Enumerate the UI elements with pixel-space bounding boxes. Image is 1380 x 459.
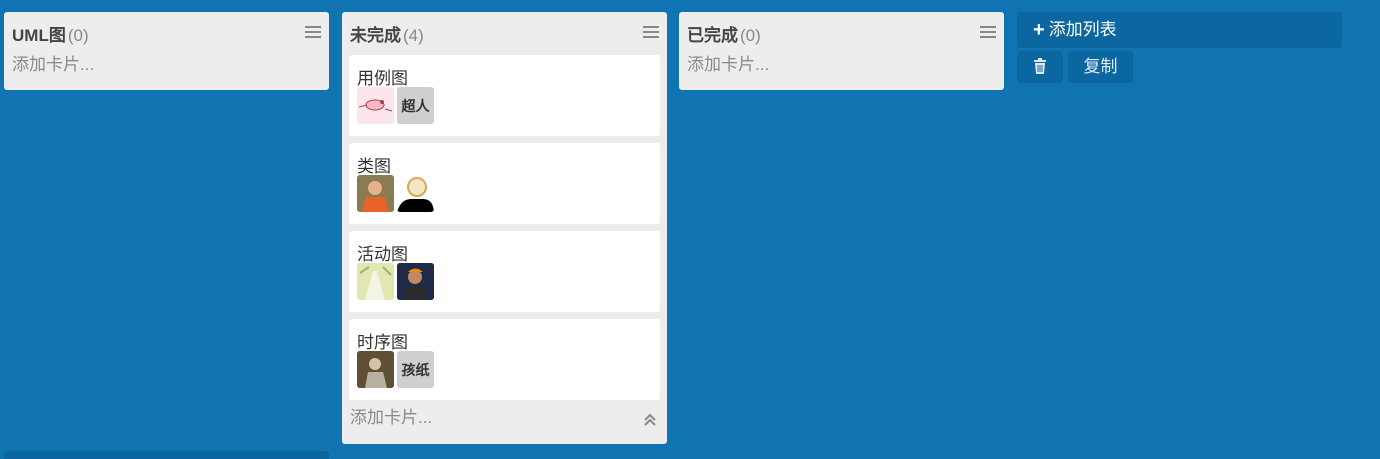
list-title-text: UML图 [12,26,66,45]
list-unfinished: 未完成 (4) 用例图 超人 类图 活动图 时序图 孩纸 添加卡片... [342,12,667,444]
collapse-icon[interactable] [643,413,657,432]
card-members: 孩纸 [357,351,434,388]
card-class[interactable]: 类图 [349,143,660,224]
avatar-initials: 孩纸 [401,361,430,378]
list-menu-icon[interactable] [305,26,321,38]
plus-icon: + [1033,19,1045,41]
delete-board-button[interactable] [1017,51,1063,83]
card-title: 时序图 [357,333,408,352]
trash-icon [1034,58,1046,74]
card-members [357,263,434,300]
avatar[interactable] [357,263,394,300]
card-members [357,175,434,212]
list-count: (4) [403,26,424,45]
list-header: UML图 (0) [4,12,329,50]
add-list-button[interactable]: + 添加列表 [1017,12,1342,48]
add-card-button[interactable]: 添加卡片... [4,50,329,88]
avatar[interactable]: 超人 [397,87,434,124]
list-menu-icon[interactable] [980,26,996,38]
add-card-button[interactable]: 添加卡片... [679,50,1004,88]
list-title[interactable]: UML图 (0) [12,21,89,46]
add-list-label: 添加列表 [1048,20,1117,39]
card-sequence[interactable]: 时序图 孩纸 [349,319,660,400]
card-activity[interactable]: 活动图 [349,231,660,312]
card-title: 活动图 [357,245,408,264]
avatar[interactable] [357,175,394,212]
card-title: 类图 [357,157,391,176]
list-title-text: 已完成 [687,26,738,45]
avatar[interactable] [357,87,394,124]
add-card-button[interactable]: 添加卡片... [342,398,667,438]
list-finished: 已完成 (0) 添加卡片... [679,12,1004,90]
list-header: 已完成 (0) [679,12,1004,50]
card-title: 用例图 [357,69,408,88]
card-use-case[interactable]: 用例图 超人 [349,55,660,136]
list-header: 未完成 (4) [342,12,667,50]
list-title-text: 未完成 [350,26,401,45]
list-title[interactable]: 未完成 (4) [350,21,424,46]
avatar[interactable] [357,351,394,388]
list-uml: UML图 (0) 添加卡片... [4,12,329,90]
list-title[interactable]: 已完成 (0) [687,21,761,46]
next-list-stub [4,451,329,459]
list-count: (0) [67,26,89,45]
avatar[interactable] [397,175,434,212]
list-menu-icon[interactable] [643,26,659,38]
list-count: (0) [740,26,761,45]
card-list: 用例图 超人 类图 活动图 时序图 孩纸 [342,55,667,400]
card-members: 超人 [357,87,434,124]
copy-board-button[interactable]: 复制 [1068,51,1133,83]
avatar[interactable]: 孩纸 [397,351,434,388]
avatar-initials: 超人 [401,97,430,114]
avatar[interactable] [397,263,434,300]
